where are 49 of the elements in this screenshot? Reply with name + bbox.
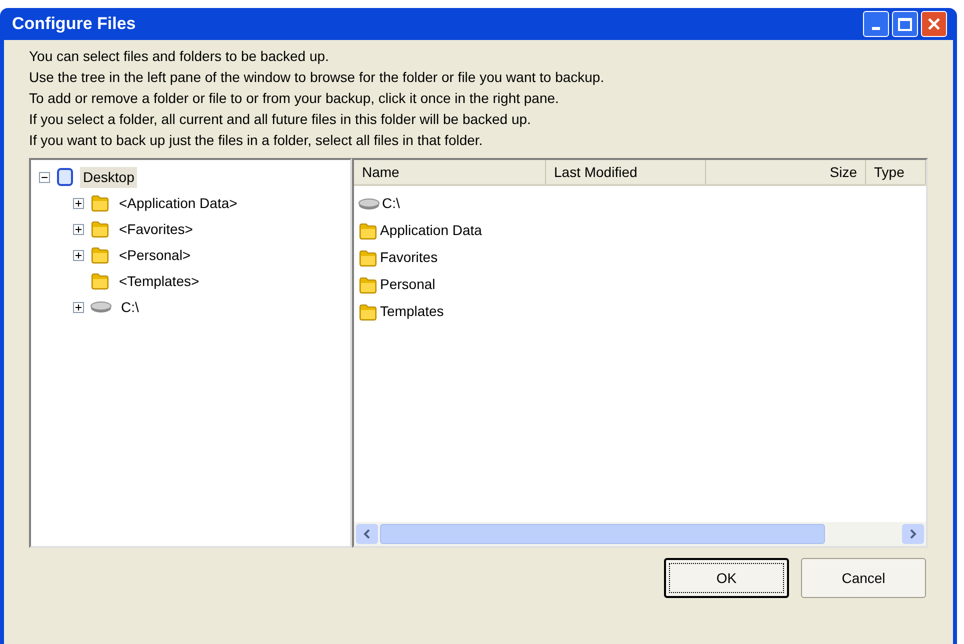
expand-icon[interactable]	[73, 224, 84, 234]
file-name[interactable]: Application Data	[380, 220, 482, 241]
collapse-icon[interactable]	[39, 172, 50, 182]
folder-icon	[358, 302, 378, 322]
desktop-icon	[56, 167, 74, 187]
column-header[interactable]: Last Modified	[546, 160, 706, 184]
close-icon	[927, 17, 941, 31]
instruction-text: You can select files and folders to be backed up.	[29, 47, 330, 66]
folder-icon	[358, 274, 378, 294]
instruction-text: If you want to back up just the files in a folder, select all files in that folder.	[29, 131, 484, 150]
column-header[interactable]: Type	[866, 160, 926, 184]
folder-icon	[90, 219, 110, 239]
drive-icon	[358, 198, 380, 210]
tree-item[interactable]: Desktop	[80, 166, 138, 188]
file-name[interactable]: Favorites	[380, 247, 438, 268]
folder-icon	[90, 193, 110, 213]
file-name[interactable]: Templates	[380, 301, 444, 322]
folder-icon	[90, 245, 110, 265]
scroll-thumb[interactable]	[380, 524, 825, 544]
column-header[interactable]: Size	[706, 160, 866, 184]
file-name[interactable]: Personal	[380, 274, 436, 295]
tree-item[interactable]: <Templates>	[116, 270, 202, 292]
scroll-right-button[interactable]	[902, 524, 924, 544]
folder-icon	[358, 220, 378, 240]
drive-icon	[90, 301, 112, 313]
scroll-left-button[interactable]	[356, 524, 378, 544]
tree-item[interactable]: <Personal>	[116, 244, 194, 266]
tree-item[interactable]: <Favorites>	[116, 218, 196, 240]
window-title: Configure Files	[12, 13, 136, 36]
instruction-text: To add or remove a folder or file to or from your backup, click it once in the right pane.	[29, 89, 560, 108]
tree-item[interactable]: <Application Data>	[116, 192, 240, 214]
expand-icon[interactable]	[73, 250, 84, 260]
close-button[interactable]	[921, 11, 947, 37]
minimize-button[interactable]	[863, 11, 889, 37]
dialog-button[interactable]: OK	[664, 558, 789, 598]
left-chevron-icon	[363, 529, 371, 539]
maximize-button[interactable]	[892, 11, 918, 37]
tree-item[interactable]: C:\	[118, 296, 142, 318]
expand-icon[interactable]	[73, 198, 84, 208]
folder-icon	[90, 271, 110, 291]
folder-icon	[358, 248, 378, 268]
horizontal-scrollbar[interactable]	[354, 522, 926, 546]
right-chevron-icon	[909, 529, 917, 539]
column-header[interactable]: Name	[354, 160, 546, 184]
instruction-text: If you select a folder, all current and all future files in this folder will be backed up.	[29, 110, 532, 129]
expand-icon[interactable]	[73, 302, 84, 312]
file-name[interactable]: C:\	[382, 193, 400, 214]
instruction-text: Use the tree in the left pane of the window to browse for the folder or file you want to backup.	[29, 68, 606, 87]
dialog-button[interactable]: Cancel	[801, 558, 926, 598]
